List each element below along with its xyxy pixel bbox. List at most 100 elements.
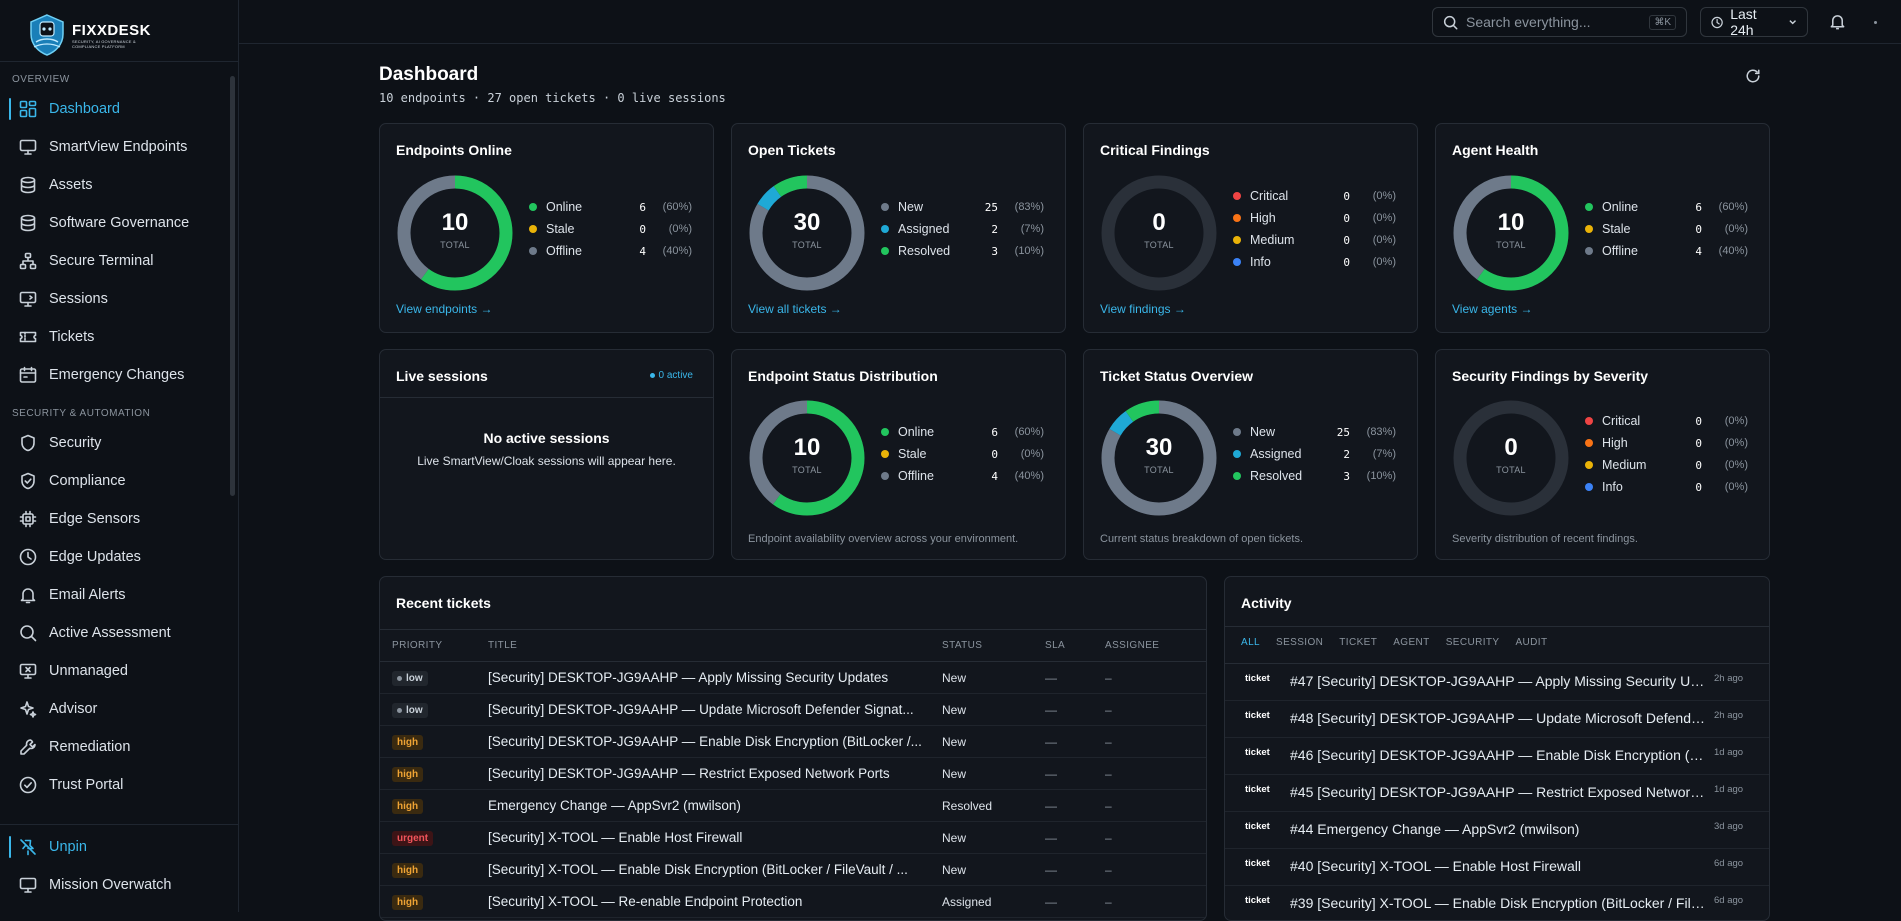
legend-row: Resolved 3 (10%) bbox=[881, 240, 1044, 262]
ticket-title[interactable]: [Security] X-TOOL — Enable Host Firewall bbox=[488, 821, 942, 854]
sidebar-scrollbar[interactable] bbox=[230, 70, 235, 812]
priority-badge: urgent bbox=[392, 831, 434, 846]
tab-ticket[interactable]: TICKET bbox=[1339, 637, 1377, 648]
ticket-title[interactable]: [Security] X-TOOL — Enable Disk Encrypti… bbox=[488, 853, 942, 886]
user-menu-dot[interactable] bbox=[1874, 21, 1877, 24]
section-overview: OVERVIEW bbox=[12, 73, 70, 85]
sidebar-item-remediation[interactable]: Remediation bbox=[0, 728, 230, 766]
column-header[interactable]: SLA bbox=[1045, 629, 1105, 662]
activity-item[interactable]: ticket #40 [Security] X-TOOL — Enable Hos… bbox=[1225, 849, 1769, 886]
ticket-status: New bbox=[942, 853, 1045, 886]
legend-row: Assigned 2 (7%) bbox=[1233, 443, 1396, 465]
sidebar-item-active-assessment[interactable]: Active Assessment bbox=[0, 614, 230, 652]
view-findings-link[interactable]: View findings → bbox=[1100, 302, 1186, 316]
sidebar-item-smartview-endpoints[interactable]: SmartView Endpoints bbox=[0, 128, 230, 166]
table-row[interactable]: high [Security] X-TOOL — Enable Disk Encr… bbox=[380, 853, 1206, 886]
sidebar-item-unmanaged[interactable]: Unmanaged bbox=[0, 652, 230, 690]
brand-logo[interactable]: FIXXDESK SECURITY, AI GOVERNANCE & COMPL… bbox=[28, 13, 151, 57]
sidebar-item-email-alerts[interactable]: Email Alerts bbox=[0, 576, 230, 614]
sidebar-item-emergency-changes[interactable]: Emergency Changes bbox=[0, 356, 230, 394]
sidebar-item-label: Compliance bbox=[49, 473, 126, 489]
sidebar-item-security[interactable]: Security bbox=[0, 424, 230, 462]
legend-percent: (0%) bbox=[1372, 256, 1396, 268]
sidebar-item-software-governance[interactable]: Software Governance bbox=[0, 204, 230, 242]
ticket-title[interactable]: [Security] X-TOOL — Re-enable Endpoint P… bbox=[488, 885, 942, 918]
column-header[interactable]: PRIORITY bbox=[380, 629, 488, 662]
legend-name: High bbox=[1250, 211, 1276, 225]
legend-dot bbox=[1585, 247, 1593, 255]
legend-percent: (83%) bbox=[1366, 426, 1396, 438]
tab-session[interactable]: SESSION bbox=[1276, 637, 1323, 648]
table-row[interactable]: high [Security] DESKTOP-JG9AAHP — Restric… bbox=[380, 757, 1206, 790]
legend-name: Online bbox=[898, 425, 935, 439]
donut-total-label: TOTAL bbox=[1496, 465, 1526, 475]
table-row[interactable]: low [Security] DESKTOP-JG9AAHP — Update M… bbox=[380, 693, 1206, 726]
legend-name: Info bbox=[1250, 255, 1271, 269]
sidebar-item-mission-overwatch[interactable]: Mission Overwatch bbox=[0, 866, 239, 904]
activity-item[interactable]: ticket #46 [Security] DESKTOP-JG9AAHP — E… bbox=[1225, 738, 1769, 775]
table-row[interactable]: low [Security] DESKTOP-JG9AAHP — Apply Mi… bbox=[380, 661, 1206, 694]
ticket-title[interactable]: [Security] DESKTOP-JG9AAHP — Apply Missi… bbox=[488, 661, 942, 694]
view-all-tickets-link[interactable]: View all tickets → bbox=[748, 302, 842, 316]
legend-name: New bbox=[1250, 425, 1276, 439]
activity-kind: ticket bbox=[1245, 858, 1270, 869]
monitor-icon bbox=[19, 877, 37, 893]
search-input[interactable]: Search everything... ⌘K bbox=[1432, 7, 1687, 37]
priority-cell: urgent bbox=[380, 821, 488, 854]
sidebar-item-secure-terminal[interactable]: Secure Terminal bbox=[0, 242, 230, 280]
activity-text: #39 [Security] X-TOOL — Enable Disk Encr… bbox=[1290, 895, 1708, 911]
legend-percent: (60%) bbox=[662, 201, 692, 213]
table-row[interactable]: high [Security] X-TOOL — Re-enable Endpoi… bbox=[380, 885, 1206, 918]
ticket-title[interactable]: Emergency Change — AppSvr2 (mwilson) bbox=[488, 789, 942, 822]
ticket-assignee: – bbox=[1105, 789, 1206, 822]
time-range-select[interactable]: Last 24h bbox=[1700, 6, 1808, 38]
sidebar-item-tickets[interactable]: Tickets bbox=[0, 318, 230, 356]
tab-security[interactable]: SECURITY bbox=[1446, 637, 1500, 648]
column-header[interactable]: STATUS bbox=[942, 629, 1045, 662]
column-header[interactable]: TITLE bbox=[488, 629, 942, 662]
activity-text: #45 [Security] DESKTOP-JG9AAHP — Restric… bbox=[1290, 784, 1708, 800]
refresh-icon[interactable] bbox=[1745, 68, 1761, 84]
table-row[interactable]: high Emergency Change — AppSvr2 (mwilson)… bbox=[380, 789, 1206, 822]
view-endpoints-link[interactable]: View endpoints → bbox=[396, 302, 493, 316]
activity-item[interactable]: ticket #45 [Security] DESKTOP-JG9AAHP — R… bbox=[1225, 775, 1769, 812]
sidebar-item-advisor[interactable]: Advisor bbox=[0, 690, 230, 728]
active-sessions-badge: 0 active bbox=[649, 370, 693, 381]
ticket-title[interactable]: [Security] DESKTOP-JG9AAHP — Update Micr… bbox=[488, 693, 942, 726]
card-open-tickets: Open Tickets 30 TOTAL New 25 (83%) Assigned… bbox=[731, 123, 1066, 333]
legend-value: 3 bbox=[1343, 469, 1350, 483]
activity-item[interactable]: ticket #48 [Security] DESKTOP-JG9AAHP — U… bbox=[1225, 701, 1769, 738]
legend-percent: (0%) bbox=[1372, 190, 1396, 202]
view-agents-link[interactable]: View agents → bbox=[1452, 302, 1533, 316]
scrollbar-thumb[interactable] bbox=[230, 76, 235, 496]
tab-agent[interactable]: AGENT bbox=[1393, 637, 1429, 648]
sidebar-item-trust-portal[interactable]: Trust Portal bbox=[0, 766, 230, 804]
sidebar-item-dashboard[interactable]: Dashboard bbox=[0, 90, 230, 128]
sidebar-item-sessions[interactable]: Sessions bbox=[0, 280, 230, 318]
ticket-title[interactable]: [Security] DESKTOP-JG9AAHP — Enable Disk… bbox=[488, 725, 942, 758]
activity-item[interactable]: ticket #47 [Security] DESKTOP-JG9AAHP — A… bbox=[1225, 664, 1769, 701]
tab-all[interactable]: ALL bbox=[1241, 637, 1260, 648]
search-placeholder: Search everything... bbox=[1466, 14, 1591, 30]
legend-dot bbox=[881, 428, 889, 436]
sidebar-item-edge-sensors[interactable]: Edge Sensors bbox=[0, 500, 230, 538]
activity-item[interactable]: ticket #39 [Security] X-TOOL — Enable Dis… bbox=[1225, 886, 1769, 920]
sidebar-item-compliance[interactable]: Compliance bbox=[0, 462, 230, 500]
priority-badge: high bbox=[392, 799, 424, 814]
card-ticket-status-overview: Ticket Status Overview 30 TOTAL New 25 (83… bbox=[1083, 349, 1418, 560]
priority-label: high bbox=[397, 737, 419, 748]
ticket-status: Resolved bbox=[942, 789, 1045, 822]
card-title: Activity bbox=[1241, 595, 1292, 611]
sidebar-item-unpin[interactable]: Unpin bbox=[0, 828, 239, 866]
ticket-title[interactable]: [Security] DESKTOP-JG9AAHP — Restrict Ex… bbox=[488, 757, 942, 790]
donut-total: 30 bbox=[793, 209, 821, 236]
legend-row: Offline 4 (40%) bbox=[881, 465, 1044, 487]
tab-audit[interactable]: AUDIT bbox=[1515, 637, 1547, 648]
notifications-bell-icon[interactable] bbox=[1829, 13, 1846, 30]
table-row[interactable]: high [Security] DESKTOP-JG9AAHP — Enable … bbox=[380, 725, 1206, 758]
column-header[interactable]: ASSIGNEE bbox=[1105, 629, 1206, 662]
activity-item[interactable]: ticket #44 Emergency Change — AppSvr2 (mw… bbox=[1225, 812, 1769, 849]
table-row[interactable]: urgent [Security] X-TOOL — Enable Host Fi… bbox=[380, 821, 1206, 854]
sidebar-item-edge-updates[interactable]: Edge Updates bbox=[0, 538, 230, 576]
sidebar-item-assets[interactable]: Assets bbox=[0, 166, 230, 204]
